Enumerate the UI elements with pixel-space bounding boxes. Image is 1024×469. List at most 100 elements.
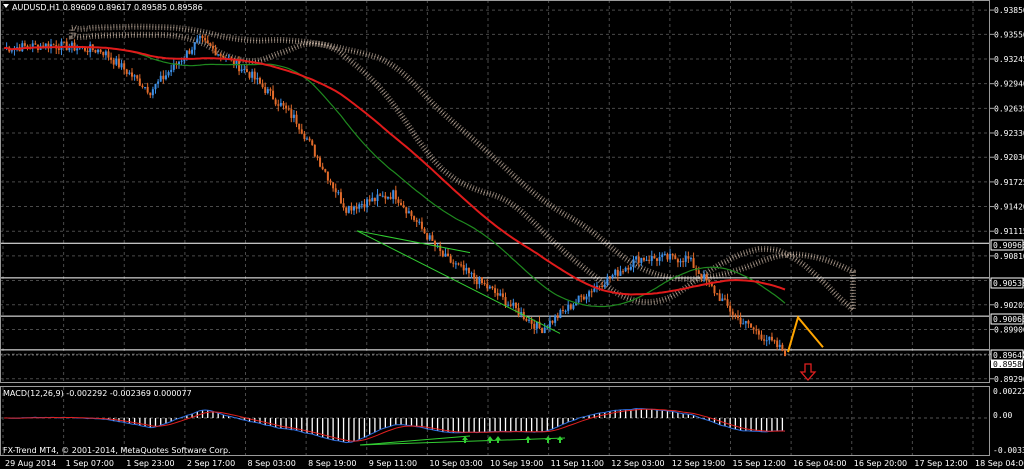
candle-body — [528, 319, 531, 321]
candle-body — [319, 157, 322, 167]
candle-body — [491, 286, 494, 289]
candle-body — [564, 310, 567, 312]
up-arrow-icon — [545, 436, 551, 443]
candle-body — [723, 298, 726, 300]
candle-body — [765, 340, 768, 342]
candle-body — [744, 321, 747, 324]
level-label-1: 0.90966 — [993, 241, 1024, 250]
candle-body — [703, 274, 706, 279]
candle-body — [640, 257, 643, 263]
candle-body — [316, 156, 319, 158]
candle-body — [669, 253, 672, 260]
candle-body — [214, 48, 217, 56]
candle-body — [285, 105, 288, 109]
candle-body — [366, 199, 369, 208]
candle-body — [682, 261, 685, 263]
candle-body — [34, 43, 37, 45]
time-tick-label: 16 Sep 04:00 — [793, 459, 846, 468]
candle-body — [162, 75, 165, 80]
price-tick-label: 0.91115 — [994, 227, 1024, 236]
price-tick-label: 0.93850 — [994, 6, 1024, 15]
candle-body — [23, 43, 26, 46]
candle-body — [420, 221, 423, 229]
candle-body — [386, 196, 389, 199]
candle-body — [209, 43, 212, 46]
candle-body — [580, 295, 583, 297]
candle-body — [196, 38, 199, 43]
candle-body — [778, 344, 781, 347]
time-tick-label: 11 Sep 11:00 — [551, 459, 604, 468]
candle-body — [392, 190, 395, 199]
candle-body — [661, 254, 664, 258]
chart-window[interactable]: 0.93850 0.93550 0.93245 0.92940 0.92635 0.923… — [0, 0, 1024, 469]
candle-body — [110, 57, 113, 60]
candle-body — [151, 89, 154, 96]
candle-body — [671, 253, 674, 256]
time-tick-label: 1 Sep 07:00 — [66, 459, 114, 468]
candle-body — [258, 77, 261, 84]
candle-body — [120, 63, 123, 68]
candle-body — [486, 283, 489, 289]
time-tick-label: 15 Sep 12:00 — [733, 459, 786, 468]
candle-body — [467, 267, 470, 274]
candle-body — [206, 40, 209, 44]
candle-body — [353, 206, 356, 211]
candle-body — [692, 258, 695, 268]
candle-body — [689, 258, 692, 260]
candle-body — [159, 75, 162, 82]
candle-body — [321, 166, 324, 170]
candle-body — [384, 195, 387, 199]
macd-axis-bottom: -0.003378 — [993, 446, 1024, 455]
candle-body — [97, 49, 100, 53]
candle-body — [350, 206, 353, 211]
price-tick-label: 0.89290 — [994, 375, 1024, 384]
candle-body — [530, 319, 533, 324]
ichimoku-cloud — [68, 23, 856, 318]
candle-body — [781, 344, 784, 351]
candle-body — [52, 44, 55, 46]
candle-body — [554, 315, 557, 323]
candle-body — [697, 270, 700, 274]
candle-body — [433, 240, 436, 246]
candle-body — [441, 250, 444, 257]
dropdown-triangle-icon[interactable] — [3, 4, 9, 8]
candle-body — [687, 256, 690, 259]
cloud-band — [68, 23, 856, 318]
candle-body — [736, 315, 739, 318]
candle-body — [389, 196, 392, 199]
candle-body — [253, 71, 256, 80]
candle-body — [21, 43, 24, 52]
candle-body — [371, 197, 374, 202]
candle-body — [342, 203, 345, 208]
chart-canvas[interactable]: 0.93850 0.93550 0.93245 0.92940 0.92635 0.923… — [0, 0, 1024, 469]
candle-body — [295, 114, 298, 124]
time-tick-label: 17 Sep 12:00 — [914, 459, 967, 468]
candle-body — [784, 350, 786, 357]
candle-body — [394, 190, 397, 200]
candle-body — [721, 298, 724, 301]
candle-body — [632, 259, 635, 267]
candle-body — [588, 291, 591, 297]
candle-body — [104, 51, 107, 56]
price-tick-label: 0.92030 — [994, 153, 1024, 162]
candle-body — [141, 85, 144, 87]
price-tick-label: 0.92940 — [994, 80, 1024, 89]
sell-arrow-icon — [799, 363, 817, 381]
candle-body — [324, 169, 327, 172]
macd-divergence-1 — [359, 435, 471, 446]
candle-body — [256, 77, 259, 80]
candle-body — [410, 211, 413, 217]
time-axis: 29 Aug 2014 1 Sep 07:00 1 Sep 23:00 2 Sep 1… — [5, 459, 1024, 468]
candle-body — [298, 123, 301, 130]
candle-body — [616, 269, 619, 276]
candle-body — [666, 253, 669, 260]
candle-body — [402, 205, 405, 208]
time-tick-label: 16 Sep 20:00 — [854, 459, 907, 468]
candle-body — [582, 296, 585, 300]
candle-body — [622, 271, 625, 273]
time-tick-label: 9 Sep 11:00 — [369, 459, 417, 468]
candle-body — [773, 340, 776, 342]
candle-body — [136, 75, 139, 79]
candle-body — [274, 99, 277, 105]
candle-body — [496, 292, 499, 296]
